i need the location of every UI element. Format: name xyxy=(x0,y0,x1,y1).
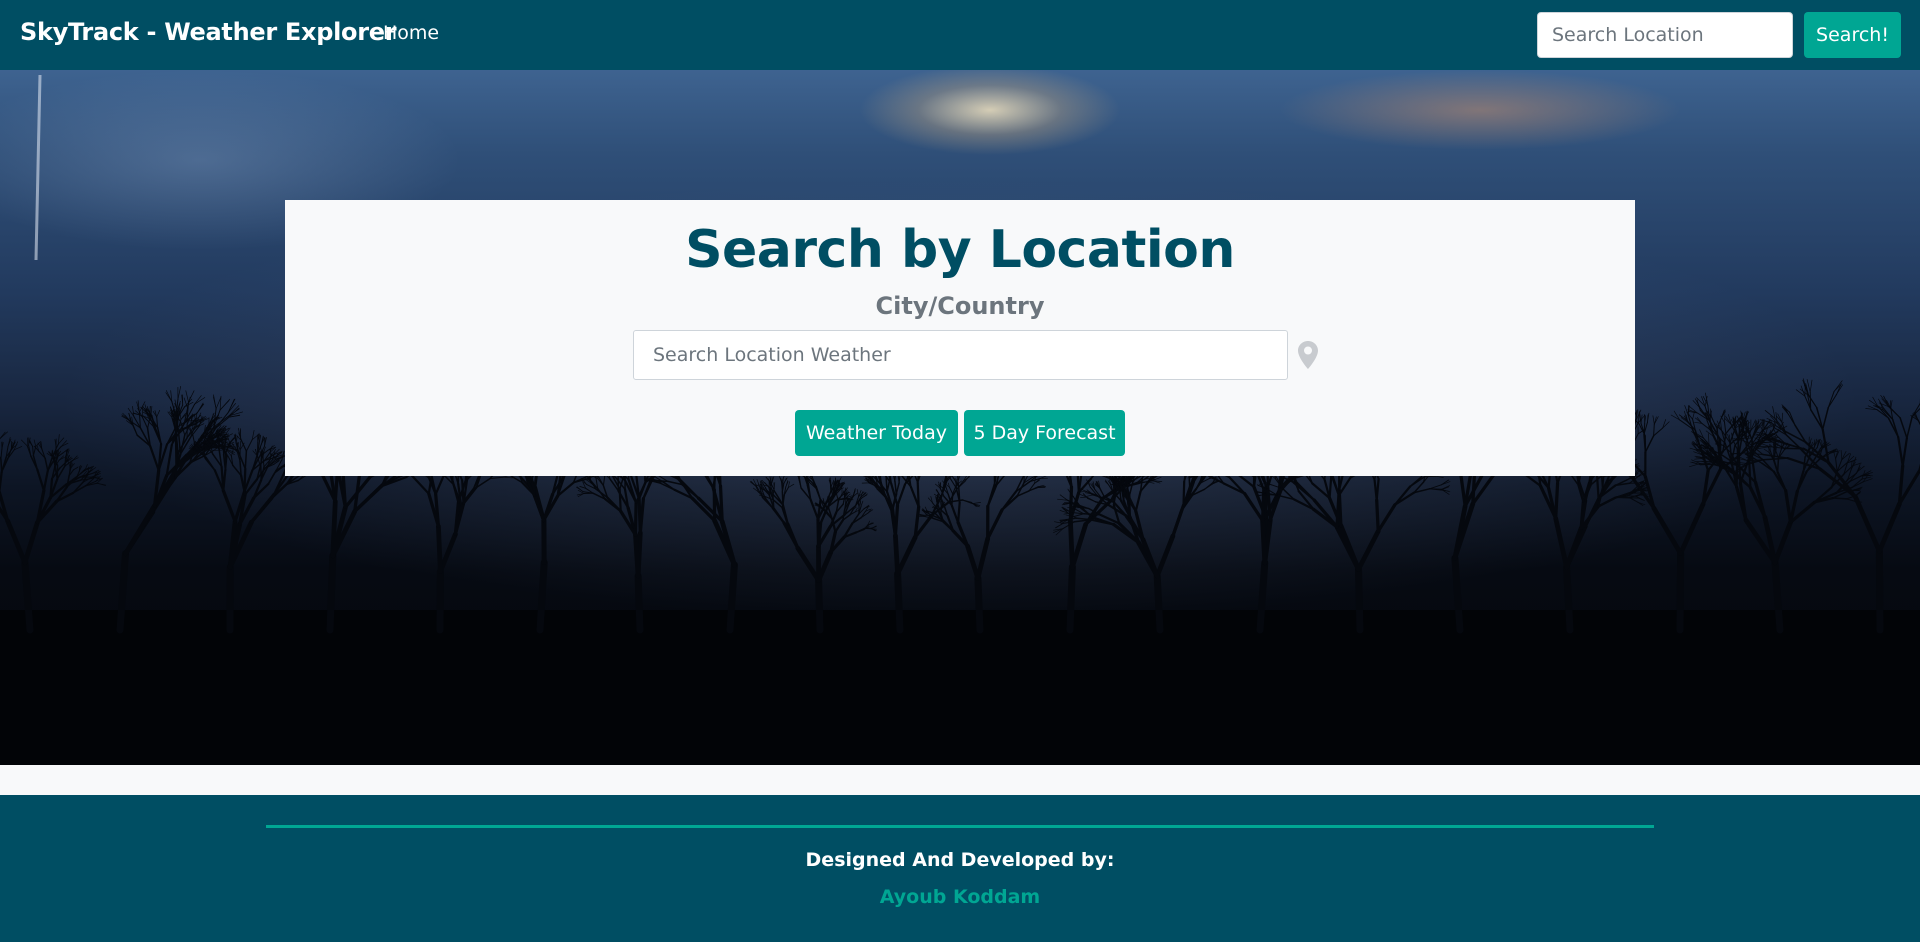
navbar: SkyTrack - Weather Explorer Home Search! xyxy=(0,0,1920,70)
five-day-forecast-button[interactable]: 5 Day Forecast xyxy=(964,410,1125,456)
brand-link[interactable]: SkyTrack - Weather Explorer xyxy=(20,18,397,46)
footer: Designed And Developed by: Ayoub Koddam xyxy=(0,795,1920,942)
weather-today-button[interactable]: Weather Today xyxy=(795,410,958,456)
footer-divider xyxy=(266,825,1654,828)
page-title: Search by Location xyxy=(685,220,1235,280)
location-search-input[interactable] xyxy=(633,330,1288,380)
nav-home-link[interactable]: Home xyxy=(383,22,439,44)
map-marker-icon[interactable] xyxy=(1298,341,1318,369)
page-subtitle: City/Country xyxy=(875,292,1045,320)
content-spacer xyxy=(0,765,1920,795)
search-card: Search by Location City/Country Weather … xyxy=(285,200,1635,476)
nav-search-button[interactable]: Search! xyxy=(1804,12,1901,58)
nav-search-input[interactable] xyxy=(1537,12,1793,58)
hero-background: Search by Location City/Country Weather … xyxy=(0,70,1920,765)
footer-author-link[interactable]: Ayoub Koddam xyxy=(0,886,1920,908)
footer-credit-text: Designed And Developed by: xyxy=(805,849,1115,871)
